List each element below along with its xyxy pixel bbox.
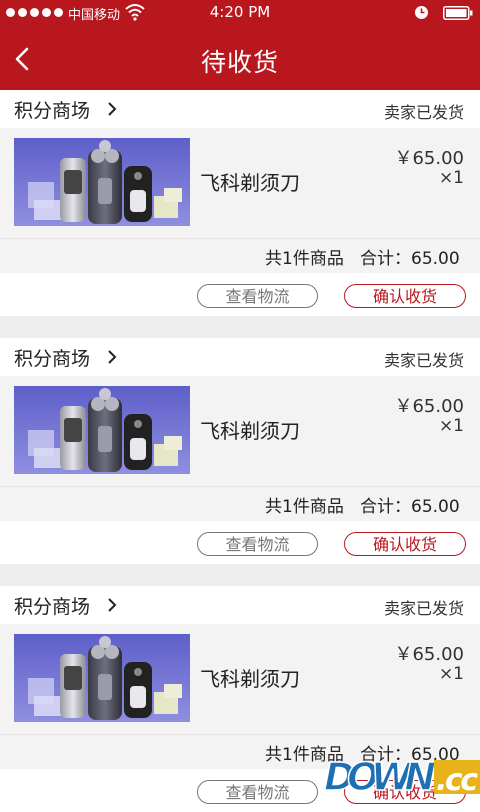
product-price: ￥65.00 <box>394 396 464 417</box>
page-title: 待收货 <box>200 48 279 77</box>
nav-bar: 待收货 <box>0 26 480 90</box>
order-item[interactable]: 飞科剃须刀 ￥65.00 ×1 <box>0 376 480 486</box>
order-item[interactable]: 飞科剃须刀 ￥65.00 ×1 <box>0 128 480 238</box>
confirm-receipt-button[interactable]: 确认收货 <box>344 532 466 556</box>
chevron-right-icon[interactable] <box>106 101 118 117</box>
order-status: 卖家已发货 <box>383 599 464 618</box>
item-count: 共1件商品 <box>265 249 344 269</box>
product-image <box>14 386 190 474</box>
order-summary: 共1件商品 合计：65.00 <box>0 486 480 521</box>
watermark-logo: DOWN .cc <box>323 754 480 800</box>
order-summary: 共1件商品 合计：65.00 <box>0 238 480 273</box>
order-status: 卖家已发货 <box>383 351 464 370</box>
order-header[interactable]: 积分商场 卖家已发货 <box>0 586 480 624</box>
order-status: 卖家已发货 <box>383 103 464 122</box>
order-total: 合计：65.00 <box>360 497 460 517</box>
chevron-right-icon[interactable] <box>106 349 118 365</box>
store-name[interactable]: 积分商场 <box>14 96 90 123</box>
battery-icon <box>443 6 473 20</box>
product-image <box>14 138 190 226</box>
order-total: 合计：65.00 <box>360 249 460 269</box>
view-logistics-button[interactable]: 查看物流 <box>197 532 318 556</box>
svg-text:DOWN: DOWN <box>324 755 436 799</box>
status-bar: 中国移动 4:20 PM <box>0 0 480 26</box>
product-quantity: ×1 <box>438 416 464 436</box>
store-name[interactable]: 积分商场 <box>14 344 90 371</box>
store-name[interactable]: 积分商场 <box>14 592 90 619</box>
order-card: 积分商场 卖家已发货 飞科剃须刀 ￥65.00 ×1 共1件商品 合计：65.0… <box>0 338 480 564</box>
order-header[interactable]: 积分商场 卖家已发货 <box>0 338 480 376</box>
confirm-receipt-button[interactable]: 确认收货 <box>344 284 466 308</box>
product-quantity: ×1 <box>438 168 464 188</box>
alarm-icon <box>415 6 428 19</box>
order-item[interactable]: 飞科剃须刀 ￥65.00 ×1 <box>0 624 480 734</box>
product-name: 飞科剃须刀 <box>200 171 300 195</box>
product-name: 飞科剃须刀 <box>200 667 300 691</box>
view-logistics-button[interactable]: 查看物流 <box>197 284 318 308</box>
order-header[interactable]: 积分商场 卖家已发货 <box>0 90 480 128</box>
item-count: 共1件商品 <box>265 497 344 517</box>
status-time: 4:20 PM <box>209 3 271 21</box>
svg-text:.cc: .cc <box>436 763 478 798</box>
product-image <box>14 634 190 722</box>
view-logistics-button[interactable]: 查看物流 <box>197 780 318 804</box>
product-quantity: ×1 <box>438 664 464 684</box>
product-name: 飞科剃须刀 <box>200 419 300 443</box>
product-price: ￥65.00 <box>394 148 464 169</box>
product-price: ￥65.00 <box>394 644 464 665</box>
chevron-right-icon[interactable] <box>106 597 118 613</box>
order-card: 积分商场 卖家已发货 飞科剃须刀 ￥65.00 ×1 共1件商品 合计：65.0… <box>0 90 480 316</box>
